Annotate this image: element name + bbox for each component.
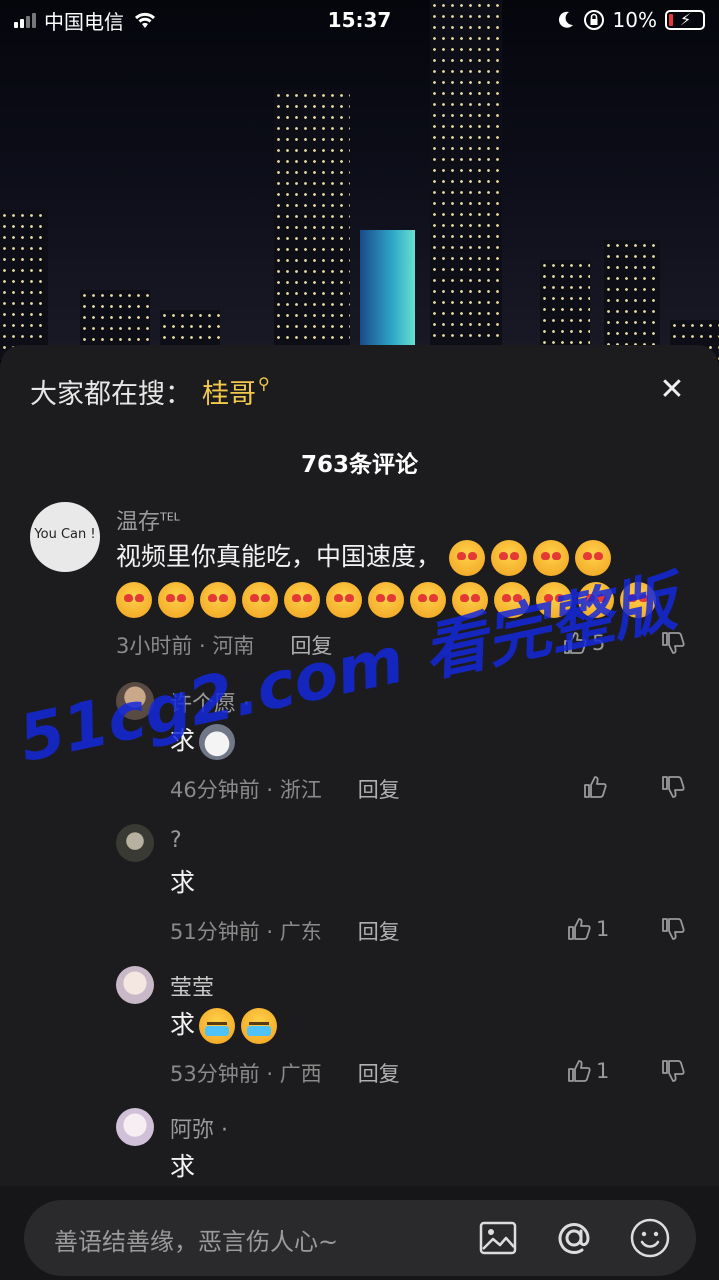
avatar[interactable] [116, 824, 154, 862]
at-icon[interactable] [552, 1216, 596, 1260]
dislike-icon [662, 1060, 685, 1082]
avatar[interactable] [116, 966, 154, 1004]
like-button[interactable]: 5 [562, 630, 605, 656]
trending-search[interactable]: 大家都在搜： 桂哥 ⚲ ✕ [30, 371, 689, 411]
reply-meta: 46分钟前 · 浙江 回复 [170, 774, 400, 804]
avatar[interactable] [116, 1108, 154, 1146]
avatar[interactable]: You Can ! [30, 502, 100, 572]
like-icon [568, 918, 591, 940]
building [360, 230, 415, 360]
comment-input[interactable]: 善语结善缘，恶言伤人心~ [24, 1200, 696, 1276]
building [604, 240, 660, 360]
trending-search-label: 大家都在搜： [30, 378, 192, 410]
avatar[interactable] [116, 682, 154, 720]
carrier-label: 中国电信 [44, 9, 124, 34]
reply-username[interactable]: 许个愿 · [170, 686, 250, 718]
lock-rotation-icon [583, 10, 604, 30]
reply-text: 求 [170, 1152, 196, 1181]
search-icon: ⚲ [258, 373, 270, 393]
reply-meta: 53分钟前 · 广西 回复 [170, 1058, 400, 1088]
battery-icon: ⚡ [665, 10, 705, 30]
like-button[interactable] [582, 774, 608, 800]
comment-username[interactable]: 温存TEL [116, 504, 180, 536]
dislike-icon [662, 918, 685, 940]
reply-text: 求 [170, 1004, 283, 1046]
like-icon [564, 632, 587, 654]
reply-text: 求 [170, 868, 196, 897]
like-icon [584, 776, 607, 798]
status-bar: 中国电信 15:37 10% ⚡ [0, 0, 719, 40]
reply-username[interactable]: 阿弥 · [170, 1112, 228, 1144]
reply-username[interactable]: 莹莹 [170, 970, 214, 1002]
battery-percent: 10% [612, 8, 657, 32]
building [0, 210, 48, 360]
comment-text: 视频里你真能吃，中国速度， [116, 536, 676, 620]
moon-icon [558, 11, 573, 28]
reply-username[interactable]: ? [170, 828, 182, 853]
dislike-icon [662, 632, 685, 654]
dislike-button[interactable] [660, 774, 686, 800]
like-icon [568, 1060, 591, 1082]
building [430, 0, 502, 360]
emoji-icon[interactable] [628, 1216, 672, 1260]
dislike-button[interactable] [660, 630, 686, 656]
signal-icon [14, 12, 36, 28]
clock: 15:37 [327, 8, 392, 32]
reply-meta: 51分钟前 · 广东 回复 [170, 916, 400, 946]
dislike-icon [662, 776, 685, 798]
reply-button[interactable]: 回复 [290, 630, 332, 660]
reply-button[interactable]: 回复 [358, 1058, 400, 1088]
comment-input-placeholder: 善语结善缘，恶言伤人心~ [54, 1228, 339, 1256]
building [274, 90, 350, 360]
wifi-icon [134, 12, 156, 28]
reply-button[interactable]: 回复 [358, 916, 400, 946]
dislike-button[interactable] [660, 1058, 686, 1084]
like-button[interactable]: 1 [566, 1058, 609, 1084]
close-icon[interactable]: ✕ [655, 373, 689, 407]
video-background[interactable] [0, 0, 719, 360]
like-button[interactable]: 1 [566, 916, 609, 942]
trending-search-term[interactable]: 桂哥 [202, 372, 256, 411]
comment-count: 763条评论 [300, 452, 418, 478]
reply-button[interactable]: 回复 [358, 774, 400, 804]
comment-input-bar: 善语结善缘，恶言伤人心~ [0, 1186, 719, 1280]
comment-sheet: 大家都在搜： 桂哥 ⚲ ✕ 763条评论 You Can ! 温存TEL 视频里… [0, 345, 719, 1280]
image-icon[interactable] [476, 1216, 520, 1260]
comment-meta: 3小时前 · 河南 回复 [116, 630, 332, 660]
reply-text: 求 [170, 720, 241, 762]
dislike-button[interactable] [660, 916, 686, 942]
